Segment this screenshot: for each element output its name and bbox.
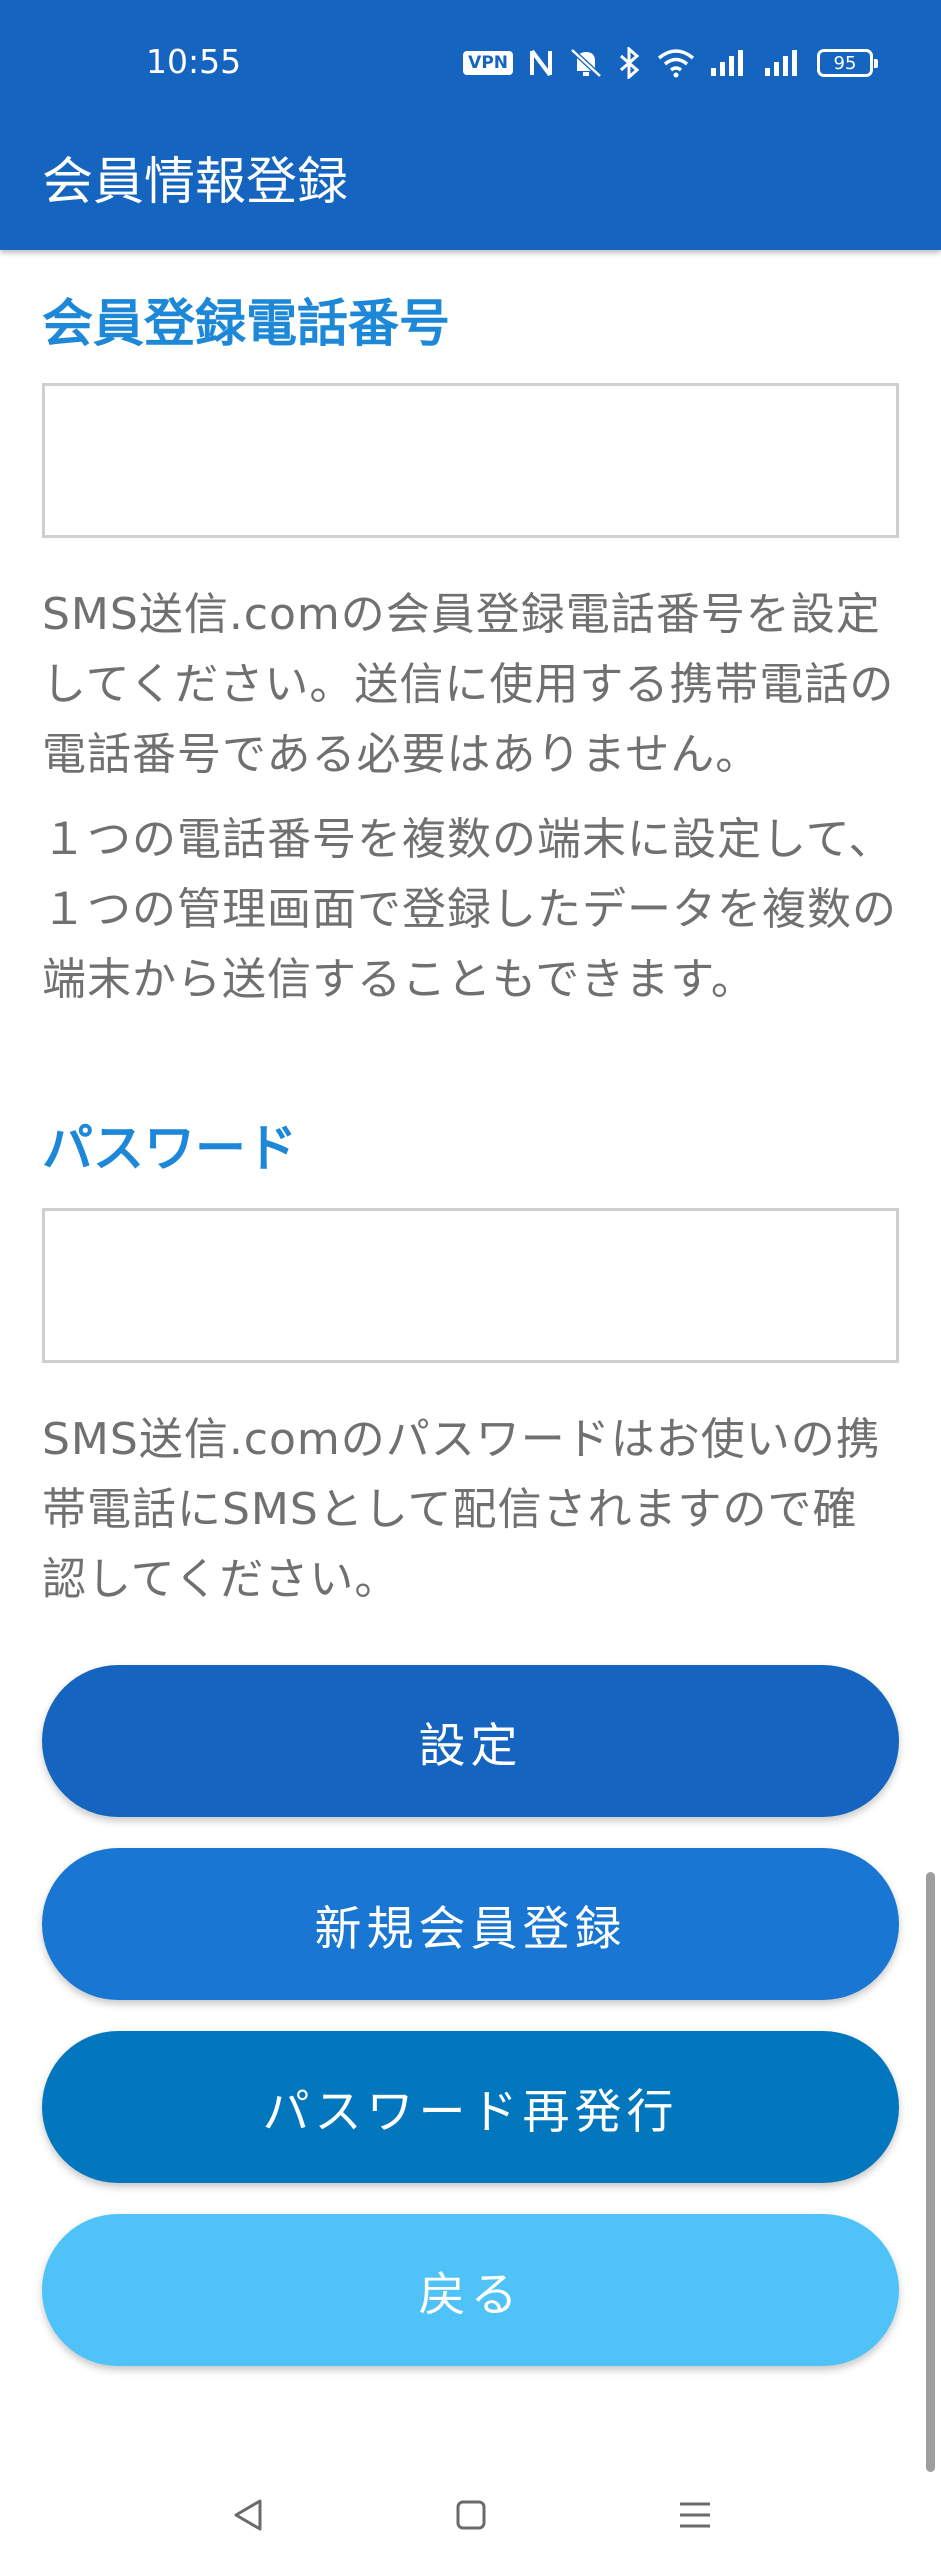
phone-number-help: SMS送信.comの会員登録電話番号を設定してください。送信に使用する携帯電話の… (42, 589, 895, 780)
settings-button[interactable]: 設定 (42, 1665, 899, 1817)
bluetooth-icon (620, 47, 640, 79)
nav-home-button[interactable] (434, 2485, 508, 2545)
reissue-password-button[interactable]: パスワード再発行 (42, 2031, 899, 2183)
triangle-back-icon (234, 2499, 261, 2531)
scrollbar[interactable] (926, 1872, 935, 2472)
phone-number-input[interactable] (42, 383, 899, 538)
phone-number-label: 会員登録電話番号 (42, 295, 451, 354)
page-title: 会員情報登録 (42, 153, 349, 212)
status-time: 10:55 (146, 42, 242, 81)
new-member-registration-button[interactable]: 新規会員登録 (42, 1848, 899, 2000)
square-home-icon (456, 2500, 485, 2530)
status-icons: VPN 95 (463, 44, 878, 82)
vpn-icon: VPN (463, 51, 513, 75)
system-nav-bar (0, 2470, 941, 2560)
phone-number-help-multi-device: １つの電話番号を複数の端末に設定して、１つの管理画面で登録したデータを複数の端末… (42, 814, 897, 1005)
battery-icon: 95 (817, 49, 878, 77)
password-input[interactable] (42, 1208, 899, 1363)
nfc-icon (530, 49, 552, 77)
battery-level: 95 (833, 52, 857, 74)
nav-menu-button[interactable] (658, 2485, 732, 2545)
nav-back-button[interactable] (210, 2485, 284, 2545)
password-label: パスワード (42, 1120, 298, 1179)
password-help: SMS送信.comのパスワードはお使いの携帯電話にSMSとして配信されますので確… (42, 1414, 881, 1605)
app-bar: 会員情報登録 (0, 126, 941, 250)
mute-bell-icon (570, 48, 602, 78)
menu-lines-icon (679, 2502, 710, 2528)
signal-icon (765, 50, 797, 76)
back-button[interactable]: 戻る (42, 2214, 899, 2366)
wifi-icon (657, 49, 695, 78)
status-bar: 10:55 VPN 95 (0, 0, 941, 126)
signal-icon (711, 50, 743, 76)
